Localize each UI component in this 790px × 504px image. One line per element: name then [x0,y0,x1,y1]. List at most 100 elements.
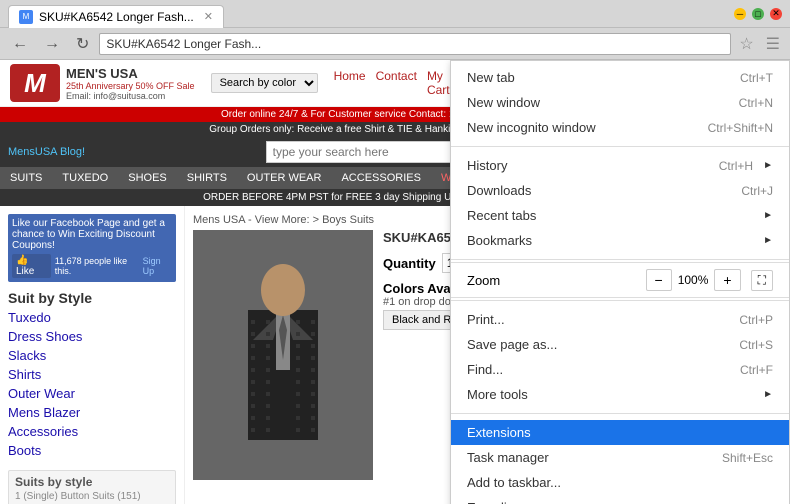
cat-tuxedo[interactable]: TUXEDO [52,167,118,189]
sidebar-category-title: Suit by Style [8,290,176,306]
logo-sub: 25th Anniversary 50% OFF Sale [66,81,195,91]
fb-likes-count: 11,678 people like this. [55,256,139,276]
menu-bookmarks[interactable]: Bookmarks ► [451,228,789,253]
mensusa-blog-link[interactable]: MensUSA Blog! [8,146,85,158]
product-image-placeholder [193,230,373,480]
menu-recent-tabs-label: Recent tabs [467,208,763,223]
menu-section-5: Extensions Task manager Shift+Esc Add to… [451,416,789,504]
menu-more-tools-arrow: ► [763,389,773,400]
color-search-select[interactable]: Search by color [211,73,318,93]
back-button[interactable]: ← [6,33,34,55]
zoom-in-button[interactable]: + [714,269,740,291]
color-search: Search by color [211,73,318,93]
minimize-button[interactable]: ─ [734,8,746,20]
sidebar-section-title: Suits by style [15,475,169,489]
sidebar-item-accessories[interactable]: Accessories [8,422,176,441]
zoom-out-button[interactable]: − [646,269,672,291]
menu-icon[interactable]: ☰ [762,32,784,56]
menu-print[interactable]: Print... Ctrl+P [451,307,789,332]
logo-name: MEN'S USA [66,66,195,81]
page-content: M MEN'S USA 25th Anniversary 50% OFF Sal… [0,60,790,504]
cat-accessories[interactable]: ACCESSORIES [331,167,430,189]
menu-encoding[interactable]: Encoding ► [451,495,789,504]
tab-favicon: M [19,10,33,24]
menu-add-taskbar-label: Add to taskbar... [467,475,773,490]
menu-section-1: New tab Ctrl+T New window Ctrl+N New inc… [451,61,789,144]
menu-downloads[interactable]: Downloads Ctrl+J [451,178,789,203]
menu-more-tools[interactable]: More tools ► [451,382,789,407]
address-text: SKU#KA6542 Longer Fash... [106,37,261,51]
close-button[interactable]: ✕ [770,8,782,20]
menu-add-taskbar[interactable]: Add to taskbar... [451,470,789,495]
menu-incognito-label: New incognito window [467,120,688,135]
menu-save-page-shortcut: Ctrl+S [739,338,773,352]
menu-find-shortcut: Ctrl+F [740,363,773,377]
menu-new-window-shortcut: Ctrl+N [739,96,773,110]
maximize-button[interactable]: □ [752,8,764,20]
menu-history-label: History [467,158,699,173]
menu-save-page[interactable]: Save page as... Ctrl+S [451,332,789,357]
site-logo: M MEN'S USA 25th Anniversary 50% OFF Sal… [10,64,195,102]
menu-recent-tabs[interactable]: Recent tabs ► [451,203,789,228]
zoom-controls: − 100% + [646,269,741,291]
menu-history-arrow: ► [763,160,773,171]
zoom-row: Zoom − 100% + ⛶ [451,262,789,298]
sidebar-item-slacks[interactable]: Slacks [8,346,176,365]
address-bar[interactable]: SKU#KA6542 Longer Fash... [99,33,731,55]
bookmark-icon[interactable]: ☆ [735,32,757,56]
nav-home[interactable]: Home [334,69,366,97]
active-tab[interactable]: M SKU#KA6542 Longer Fash... ✕ [8,5,224,28]
fullscreen-button[interactable]: ⛶ [751,270,773,291]
facebook-text: Like our Facebook Page and get a chance … [12,218,172,251]
nav-contact[interactable]: Contact [376,69,417,97]
tab-title: SKU#KA6542 Longer Fash... [39,10,194,24]
menu-new-tab[interactable]: New tab Ctrl+T [451,65,789,90]
menu-task-manager[interactable]: Task manager Shift+Esc [451,445,789,470]
menu-bookmarks-arrow: ► [763,235,773,246]
menu-incognito-shortcut: Ctrl+Shift+N [708,121,773,135]
tab-bar: M SKU#KA6542 Longer Fash... ✕ [8,0,224,28]
menu-section-4: Print... Ctrl+P Save page as... Ctrl+S F… [451,303,789,411]
tab-close-button[interactable]: ✕ [204,10,213,23]
sidebar-item-mens-blazer[interactable]: Mens Blazer [8,403,176,422]
menu-find[interactable]: Find... Ctrl+F [451,357,789,382]
sidebar-item-shirts[interactable]: Shirts [8,365,176,384]
logo-text: MEN'S USA 25th Anniversary 50% OFF Sale … [66,66,195,101]
reload-button[interactable]: ↻ [70,32,95,56]
fb-signup-link[interactable]: Sign Up [143,256,172,276]
menu-new-tab-shortcut: Ctrl+T [740,71,773,85]
menu-more-tools-label: More tools [467,387,763,402]
menu-task-manager-shortcut: Shift+Esc [722,451,773,465]
menu-print-shortcut: Ctrl+P [739,313,773,327]
email-value: info@suitusa.com [94,91,166,101]
zoom-label: Zoom [467,273,636,288]
forward-button[interactable]: → [38,33,66,55]
sidebar-item-outerwear[interactable]: Outer Wear [8,384,176,403]
browser-frame: M SKU#KA6542 Longer Fash... ✕ ─ □ ✕ ← → … [0,0,790,504]
menu-history-shortcut: Ctrl+H [719,159,753,173]
cat-shirts[interactable]: SHIRTS [177,167,237,189]
menu-new-tab-label: New tab [467,70,720,85]
menu-incognito[interactable]: New incognito window Ctrl+Shift+N [451,115,789,140]
menu-new-window[interactable]: New window Ctrl+N [451,90,789,115]
menu-new-window-label: New window [467,95,719,110]
menu-bookmarks-label: Bookmarks [467,233,763,248]
cat-shoes[interactable]: SHOES [118,167,177,189]
sidebar-item-tuxedo[interactable]: Tuxedo [8,308,176,327]
menu-print-label: Print... [467,312,719,327]
menu-downloads-shortcut: Ctrl+J [741,184,773,198]
menu-extensions[interactable]: Extensions [451,420,789,445]
divider-2 [451,259,789,260]
sidebar-item-dress-shoes[interactable]: Dress Shoes [8,327,176,346]
sidebar-section-sub: 1 (Single) Button Suits (151) [15,491,169,502]
cat-suits[interactable]: SUITS [0,167,52,189]
title-bar: M SKU#KA6542 Longer Fash... ✕ ─ □ ✕ [0,0,790,28]
facebook-box: Like our Facebook Page and get a chance … [8,214,176,282]
divider-3 [451,300,789,301]
menu-downloads-label: Downloads [467,183,721,198]
sidebar-item-boots[interactable]: Boots [8,441,176,460]
menu-history[interactable]: History Ctrl+H ► [451,153,789,178]
fb-like-button[interactable]: 👍 Like [12,254,51,278]
product-image [193,230,373,480]
cat-outerwear[interactable]: OUTER WEAR [237,167,332,189]
